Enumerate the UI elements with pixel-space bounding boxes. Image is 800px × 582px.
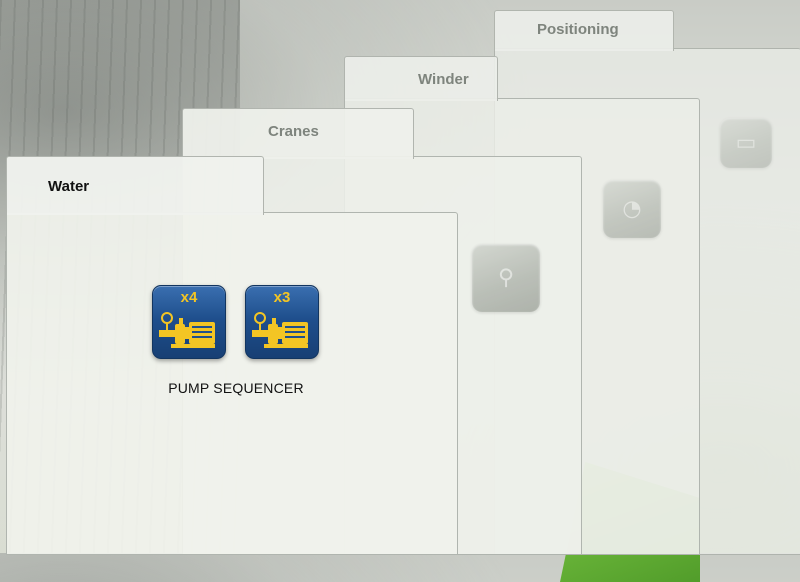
winder-app-icon[interactable]: ◔ [603,180,661,238]
crane-app-icon[interactable]: ⚲ [472,244,540,312]
tab-positioning-label[interactable]: Positioning [537,21,619,38]
tab-water-label[interactable]: Water [48,178,89,195]
pump-count-label: x4 [180,289,198,306]
tab-winder-label[interactable]: Winder [418,71,469,88]
pump-icon [252,312,308,348]
pump-sequencer-x4-button[interactable]: x4 [152,285,226,359]
tab-cranes-label[interactable]: Cranes [268,123,319,140]
pump-count-label: x3 [273,289,291,306]
tab-water[interactable] [6,156,264,215]
pump-sequencer-caption: PUMP SEQUENCER [168,380,304,396]
winder-glyph-icon: ◔ [622,196,642,222]
crane-glyph-icon: ⚲ [497,265,515,291]
positioning-app-icon[interactable]: ▭ [720,118,772,168]
positioning-glyph-icon: ▭ [735,130,757,156]
pump-icon [159,312,215,348]
pump-sequencer-x3-button[interactable]: x3 [245,285,319,359]
